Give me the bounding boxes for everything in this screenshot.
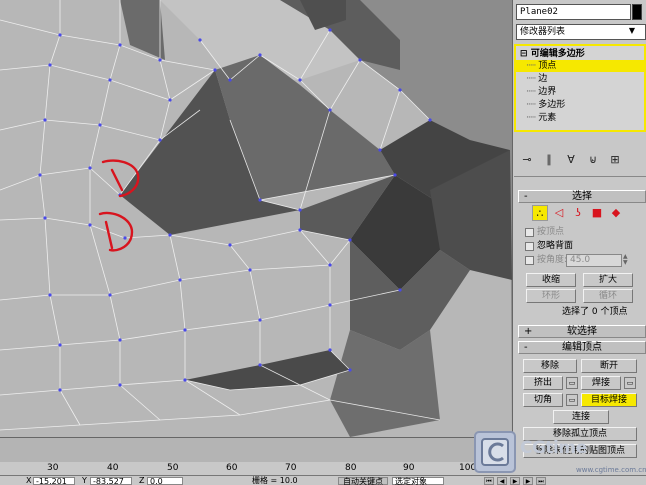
timeline-tick-label: 60 bbox=[226, 463, 238, 473]
stack-item-border[interactable]: ····· 边界 bbox=[526, 86, 556, 98]
show-end-result-icon[interactable]: ∥ bbox=[540, 152, 558, 168]
subobject-icons: ∴ ◁ ʖ ■ ◆ bbox=[532, 205, 642, 221]
stack-item-vertex[interactable]: ····· 顶点 bbox=[516, 60, 644, 72]
collapse-icon: - bbox=[524, 342, 528, 353]
chevron-down-icon: ▼ bbox=[628, 26, 635, 35]
pin-stack-icon[interactable]: ⊸ bbox=[518, 152, 536, 168]
stack-item-editable-poly[interactable]: ⊟ 可编辑多边形 bbox=[520, 48, 585, 60]
element-icon[interactable]: ◆ bbox=[608, 205, 624, 221]
timeline-tick-label: 80 bbox=[345, 463, 357, 473]
border-icon[interactable]: ʖ bbox=[570, 205, 586, 221]
x-coord-label: X bbox=[26, 476, 32, 485]
watermark-url: www.cgtime.com.cn bbox=[576, 466, 646, 474]
object-color-swatch[interactable] bbox=[632, 4, 642, 20]
mesh-wireframe[interactable] bbox=[0, 0, 512, 437]
timeline-tick-label: 30 bbox=[47, 463, 59, 473]
previous-frame-icon[interactable]: ◀ bbox=[497, 477, 507, 485]
watermark-brand: CGtime bbox=[520, 438, 587, 458]
remove-button[interactable]: 移除 bbox=[523, 359, 577, 373]
timeline-tick-label: 90 bbox=[403, 463, 415, 473]
stack-toolbar: ⊸ ∥ ∀ ⊌ ⊞ bbox=[518, 151, 646, 169]
spinner-arrows-icon[interactable]: ▲ ▼ bbox=[623, 254, 631, 267]
target-weld-button[interactable]: 目标焊接 bbox=[581, 393, 637, 407]
modifier-stack[interactable]: ⊟ 可编辑多边形 ····· 顶点 ····· 边 ····· 边界 ·····… bbox=[514, 44, 646, 132]
grid-size-readout: 栅格 = 10.0 bbox=[252, 476, 298, 485]
remove-modifier-icon[interactable]: ⊌ bbox=[584, 152, 602, 168]
collapse-icon: - bbox=[524, 191, 528, 202]
next-frame-icon[interactable]: ▶ bbox=[523, 477, 533, 485]
perspective-viewport[interactable] bbox=[0, 0, 512, 437]
cgtime-logo-icon bbox=[474, 431, 516, 473]
selection-rollout-title[interactable]: - 选择 bbox=[518, 190, 646, 203]
object-name-row: Plane02 bbox=[516, 4, 642, 20]
modifier-list-label: 修改器列表 bbox=[520, 27, 566, 37]
soft-selection-rollout-title[interactable]: + 软选择 bbox=[518, 325, 646, 338]
grow-button[interactable]: 扩大 bbox=[583, 273, 633, 287]
stack-item-polygon[interactable]: ····· 多边形 bbox=[526, 99, 565, 111]
connect-button[interactable]: 连接 bbox=[553, 410, 609, 424]
object-name-field[interactable]: Plane02 bbox=[516, 4, 632, 20]
edit-vertices-rollout-title[interactable]: - 编辑顶点 bbox=[518, 341, 646, 354]
stack-item-edge[interactable]: ····· 边 bbox=[526, 73, 547, 85]
by-angle-checkbox[interactable]: 按角度: bbox=[525, 254, 567, 266]
y-coord-label: Y bbox=[82, 476, 87, 485]
timeline-tick-label: 40 bbox=[107, 463, 119, 473]
stack-item-element[interactable]: ····· 元素 bbox=[526, 112, 556, 124]
y-coord-field[interactable]: -83.527 bbox=[90, 477, 132, 485]
z-coord-label: Z bbox=[139, 476, 145, 485]
make-unique-icon[interactable]: ∀ bbox=[562, 152, 580, 168]
by-vertex-checkbox[interactable]: 按顶点 bbox=[525, 226, 564, 238]
weld-settings-icon[interactable]: ▭ bbox=[624, 377, 636, 389]
z-coord-field[interactable]: 0.0 bbox=[147, 477, 183, 485]
timeline-tick-label: 50 bbox=[167, 463, 179, 473]
extrude-button[interactable]: 挤出 bbox=[523, 376, 563, 390]
play-icon[interactable]: ▶ bbox=[510, 477, 520, 485]
polygon-icon[interactable]: ■ bbox=[589, 205, 605, 221]
panel-divider bbox=[514, 176, 646, 177]
x-coord-field[interactable]: -15.201 bbox=[33, 477, 75, 485]
edge-icon[interactable]: ◁ bbox=[551, 205, 567, 221]
time-slider-track[interactable] bbox=[0, 437, 512, 462]
weld-button[interactable]: 焊接 bbox=[581, 376, 621, 390]
break-button[interactable]: 断开 bbox=[581, 359, 637, 373]
selection-status: 选择了 0 个顶点 bbox=[562, 307, 628, 317]
auto-key-button[interactable]: 自动关键点 bbox=[338, 477, 388, 485]
chamfer-button[interactable]: 切角 bbox=[523, 393, 563, 407]
ring-button[interactable]: 环形 bbox=[526, 289, 576, 303]
modifier-list-dropdown[interactable]: 修改器列表 ▼ bbox=[516, 24, 646, 40]
go-to-start-icon[interactable]: ⏮ bbox=[484, 477, 494, 485]
extrude-settings-icon[interactable]: ▭ bbox=[566, 377, 578, 389]
configure-sets-icon[interactable]: ⊞ bbox=[606, 152, 624, 168]
selection-mode-dropdown[interactable]: 选定对象 bbox=[392, 477, 444, 485]
chamfer-settings-icon[interactable]: ▭ bbox=[566, 394, 578, 406]
go-to-end-icon[interactable]: ⏭ bbox=[536, 477, 546, 485]
vertex-icon[interactable]: ∴ bbox=[532, 205, 548, 221]
shrink-button[interactable]: 收缩 bbox=[526, 273, 576, 287]
ignore-backfacing-checkbox[interactable]: 忽略背面 bbox=[525, 240, 573, 252]
timeline-tick-label: 70 bbox=[285, 463, 297, 473]
angle-spinner-field[interactable]: 45.0 bbox=[566, 254, 622, 267]
expand-icon: + bbox=[524, 326, 533, 337]
loop-button[interactable]: 循环 bbox=[583, 289, 633, 303]
